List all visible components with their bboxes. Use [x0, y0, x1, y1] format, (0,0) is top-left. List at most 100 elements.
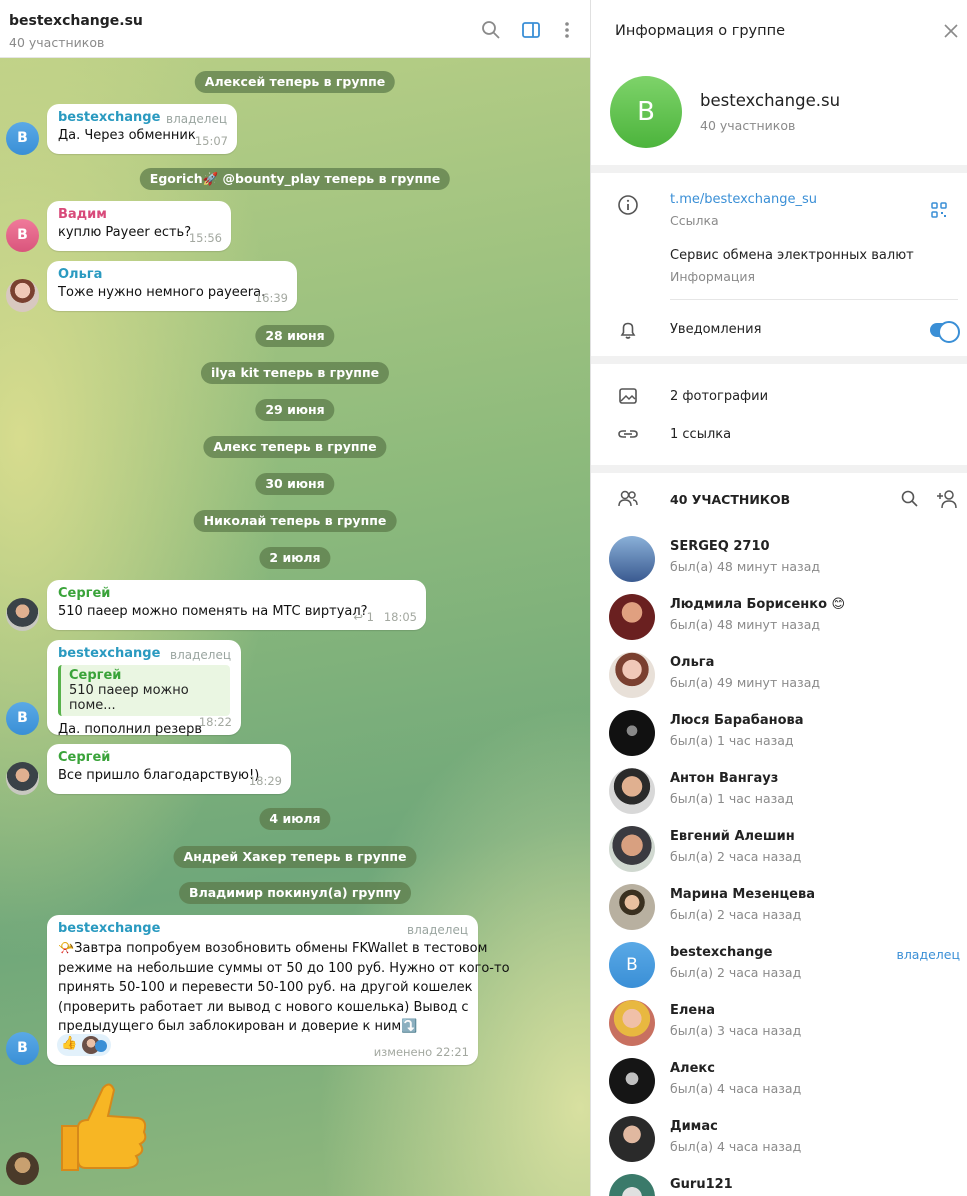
thumbs-up-sticker[interactable]	[58, 1080, 148, 1175]
photos-link[interactable]: 2 фотографии	[670, 389, 768, 404]
notifications-toggle[interactable]	[930, 321, 960, 343]
group-info-panel: Информация о группе B bestexchange.su 40…	[590, 0, 967, 1196]
member-row[interactable]: Димас был(а) 4 часа назад	[591, 1113, 967, 1171]
members-icon	[618, 490, 638, 507]
message-bubble[interactable]: Сергей 510 паеер можно поменять на МТС в…	[47, 580, 426, 630]
service-message: Андрей Хакер теперь в группе	[173, 846, 417, 868]
member-row[interactable]: Guru121	[591, 1171, 967, 1196]
member-row[interactable]: Елена был(а) 3 часа назад	[591, 997, 967, 1055]
message-text: Все пришло благодарствую!)	[58, 768, 260, 783]
message-line: предыдущего был заблокирован и доверие к…	[58, 1019, 418, 1034]
message-time: 18:22	[198, 715, 232, 729]
message-author[interactable]: bestexchange	[58, 921, 467, 936]
member-status: был(а) 2 часа назад	[670, 849, 802, 864]
avatar[interactable]: B	[6, 1032, 39, 1065]
message-bubble[interactable]: bestexchange владелец Сергей 510 паеер м…	[47, 640, 241, 737]
search-icon[interactable]	[480, 19, 502, 41]
photo-icon	[619, 388, 637, 404]
member-row[interactable]: Антон Вангауз был(а) 1 час назад	[591, 765, 967, 823]
member-status: был(а) 1 час назад	[670, 791, 794, 806]
info-icon	[618, 195, 638, 215]
reaction-emoji: 👍	[61, 1036, 78, 1051]
owner-badge: владелец	[896, 947, 960, 962]
message-bubble[interactable]: bestexchange владелец Да. Через обменник…	[47, 104, 237, 154]
message-author[interactable]: Сергей	[58, 750, 280, 765]
message-bubble[interactable]: bestexchange владелец 📯Завтра попробуем …	[47, 915, 510, 1065]
member-avatar	[609, 536, 655, 582]
member-row[interactable]: Люся Барабанова был(а) 1 час назад	[591, 707, 967, 765]
close-icon[interactable]	[942, 22, 960, 40]
group-description: Сервис обмена электронных валют	[670, 248, 914, 263]
links-link[interactable]: 1 ссылка	[670, 427, 731, 442]
description-label: Информация	[670, 269, 756, 284]
message-author[interactable]: Сергей	[58, 586, 415, 601]
sidebar-toggle-icon[interactable]	[520, 19, 542, 41]
chat-title[interactable]: bestexchange.su	[9, 13, 143, 29]
members-section: 40 УЧАСТНИКОВ SERGEQ 2710 был(а) 48 минут…	[591, 473, 967, 1196]
member-name: SERGEQ 2710	[670, 539, 770, 554]
member-row[interactable]: SERGEQ 2710 был(а) 48 минут назад	[591, 533, 967, 591]
member-avatar	[609, 594, 655, 640]
chat-area: bestexchange.su 40 участников Алексей те…	[0, 0, 590, 1196]
service-message: Алекс теперь в группе	[203, 436, 387, 458]
date-divider: 29 июня	[255, 399, 335, 421]
reply-text: 510 паеер можно поме...	[69, 683, 189, 713]
service-message: Владимир покинул(а) группу	[179, 882, 411, 904]
avatar[interactable]	[6, 762, 39, 795]
member-row[interactable]: Ольга был(а) 49 минут назад	[591, 649, 967, 707]
avatar[interactable]	[6, 598, 39, 631]
member-status: был(а) 4 часа назад	[670, 1139, 802, 1154]
group-member-count: 40 участников	[700, 118, 796, 133]
qr-code-icon[interactable]	[930, 201, 948, 219]
more-menu-icon[interactable]	[556, 19, 578, 41]
avatar[interactable]	[6, 279, 39, 312]
message-time: 15:07	[194, 134, 228, 148]
group-avatar[interactable]: B	[610, 76, 682, 148]
service-message: Николай теперь в группе	[193, 510, 397, 532]
message-bubble[interactable]: Ольга Тоже нужно немного payeera. 16:39	[47, 261, 297, 311]
member-avatar	[609, 826, 655, 872]
message-text: Тоже нужно немного payeera.	[58, 285, 266, 300]
message-author[interactable]: Ольга	[58, 267, 286, 282]
message-bubble[interactable]: Сергей Все пришло благодарствую!) 18:29	[47, 744, 291, 794]
avatar[interactable]	[6, 1152, 39, 1185]
avatar[interactable]: B	[6, 219, 39, 252]
member-status: был(а) 49 минут назад	[670, 675, 820, 690]
reply-quote[interactable]: Сергей 510 паеер можно поме...	[58, 665, 230, 716]
chat-header[interactable]: bestexchange.su 40 участников	[0, 0, 590, 58]
member-avatar	[609, 1058, 655, 1104]
member-row[interactable]: Марина Мезенцева был(а) 2 часа назад	[591, 881, 967, 939]
member-status: был(а) 2 часа назад	[670, 907, 802, 922]
member-avatar	[609, 768, 655, 814]
member-avatar	[609, 710, 655, 756]
member-name: Ольга	[670, 655, 715, 670]
thread-replies[interactable]: ↩ 1	[353, 610, 374, 624]
divider	[670, 299, 958, 300]
member-row[interactable]: Bbestexchange был(а) 2 часа назад владелец	[591, 939, 967, 997]
member-name: Антон Вангауз	[670, 771, 779, 786]
add-member-icon[interactable]	[936, 488, 960, 510]
member-row[interactable]: Людмила Борисенко 😊 был(а) 48 минут назад	[591, 591, 967, 649]
member-name: Димас	[670, 1119, 718, 1134]
reply-icon: ↩	[353, 610, 367, 624]
group-link[interactable]: t.me/bestexchange_su	[670, 192, 817, 207]
message-author[interactable]: Вадим	[58, 207, 220, 222]
group-header-section: Информация о группе B bestexchange.su 40…	[591, 0, 967, 165]
message-time: 15:56	[188, 231, 222, 245]
reaction-chip[interactable]: 👍	[57, 1034, 111, 1056]
member-avatar: B	[609, 942, 655, 988]
avatar[interactable]: B	[6, 702, 39, 735]
date-divider: 2 июля	[259, 547, 331, 569]
chat-member-count: 40 участников	[9, 35, 105, 50]
avatar[interactable]: B	[6, 122, 39, 155]
date-divider: 4 июля	[259, 808, 331, 830]
message-time: 18:05	[383, 610, 417, 624]
search-members-icon[interactable]	[900, 489, 920, 509]
member-name: Guru121	[670, 1177, 733, 1192]
member-row[interactable]: Алекс был(а) 4 часа назад	[591, 1055, 967, 1113]
member-avatar	[609, 1116, 655, 1162]
message-bubble[interactable]: Вадим куплю Payeer есть? 15:56	[47, 201, 231, 251]
message-time: 16:39	[254, 291, 288, 305]
member-row[interactable]: Евгений Алешин был(а) 2 часа назад	[591, 823, 967, 881]
link-icon	[618, 430, 638, 438]
